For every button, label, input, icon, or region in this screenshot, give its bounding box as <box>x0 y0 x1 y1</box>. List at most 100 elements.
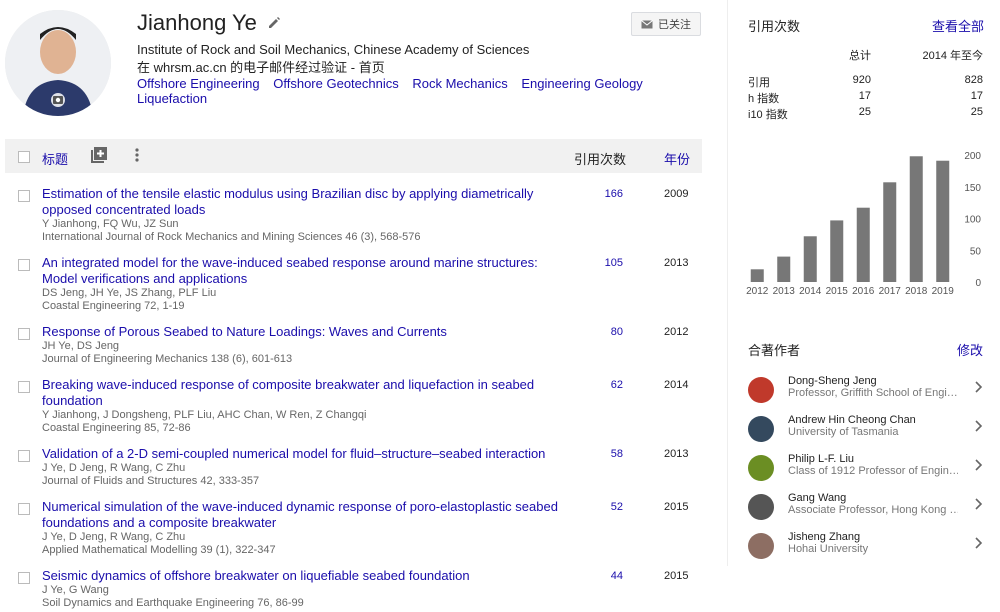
view-all-link[interactable]: 查看全部 <box>932 16 984 35</box>
sidebar: 引用次数 查看全部 总计 2014 年至今 引用 920 828 h 指数 17… <box>727 0 1000 566</box>
table-header: 标题 引用次数 年份 <box>5 139 702 173</box>
cited-by-count[interactable]: 105 <box>585 257 623 269</box>
separator: - <box>347 60 359 75</box>
stat-label: 引用 <box>748 77 770 89</box>
cited-by-count[interactable]: 52 <box>585 501 623 513</box>
cited-by-count[interactable]: 80 <box>585 326 623 338</box>
chevron-right-icon <box>975 420 983 432</box>
chart-bar[interactable] <box>750 269 764 282</box>
interest-link[interactable]: Engineering Geology <box>521 76 642 91</box>
chart-bar[interactable] <box>936 160 950 282</box>
x-tick-label: 2014 <box>799 286 822 297</box>
coauthor-affiliation: Associate Professor, Hong Kong … <box>788 504 958 516</box>
row-checkbox[interactable] <box>18 381 30 393</box>
citations-chart: 0 50 100 150 200 2012 2013 2014 2015 2016 2017 2018… <box>746 151 982 297</box>
chart-bar[interactable] <box>909 156 923 282</box>
coauthor-item[interactable]: Gang Wang Associate Professor, Hong Kong… <box>748 490 993 524</box>
article-venue: International Journal of Rock Mechanics … <box>42 231 421 243</box>
cited-by-count[interactable]: 58 <box>585 448 623 460</box>
article-title[interactable]: An integrated model for the wave-induced… <box>42 255 542 287</box>
coauthor-name: Philip L-F. Liu <box>788 453 855 465</box>
coauthor-affiliation: Hohai University <box>788 543 869 555</box>
chart-bar[interactable] <box>777 256 791 282</box>
coauthor-name: Andrew Hin Cheong Chan <box>788 414 916 426</box>
edit-coauthors-link[interactable]: 修改 <box>957 340 983 359</box>
chart-bar[interactable] <box>883 182 897 282</box>
table-row: Breaking wave-induced response of compos… <box>5 377 702 435</box>
cited-by-count[interactable]: 62 <box>585 379 623 391</box>
cited-by-count[interactable]: 44 <box>585 570 623 582</box>
cited-by-count[interactable]: 166 <box>585 188 623 200</box>
verified-email: 在 whrsm.ac.cn 的电子邮件经过验证 <box>137 60 348 75</box>
row-checkbox[interactable] <box>18 259 30 271</box>
research-interests: Offshore Engineering Offshore Geotechnic… <box>137 76 657 106</box>
follow-button[interactable]: 已关注 <box>631 12 701 36</box>
follow-label: 已关注 <box>658 19 691 31</box>
article-title[interactable]: Numerical simulation of the wave-induced… <box>42 499 572 531</box>
chevron-right-icon <box>975 537 983 549</box>
stat-total: 25 <box>858 106 871 118</box>
coauthor-item[interactable]: Dong-Sheng Jeng Professor, Griffith Scho… <box>748 373 993 407</box>
coauthors-heading: 合著作者 <box>748 343 801 358</box>
article-authors: DS Jeng, JH Ye, JS Zhang, PLF Liu <box>42 287 217 299</box>
article-authors: J Ye, G Wang <box>42 584 109 596</box>
coauthor-affiliation: Professor, Griffith School of Engi… <box>788 387 958 399</box>
col-since: 2014 年至今 <box>922 50 983 62</box>
pencil-icon[interactable] <box>267 16 281 30</box>
coauthor-item[interactable]: Philip L-F. Liu Class of 1912 Professor … <box>748 451 993 485</box>
article-title[interactable]: Breaking wave-induced response of compos… <box>42 377 542 409</box>
y-tick-label: 50 <box>970 246 982 257</box>
article-title[interactable]: Validation of a 2-D semi-coupled numeric… <box>42 446 582 462</box>
coauthor-name: Jisheng Zhang <box>788 531 861 543</box>
table-row: Numerical simulation of the wave-induced… <box>5 499 702 557</box>
row-checkbox[interactable] <box>18 450 30 462</box>
chevron-right-icon <box>975 459 983 471</box>
row-checkbox[interactable] <box>18 328 30 340</box>
stat-total: 920 <box>852 74 871 86</box>
table-row: Seismic dynamics of offshore breakwater … <box>5 568 702 610</box>
sort-by-year[interactable]: 年份 <box>664 149 690 168</box>
homepage-link[interactable]: 首页 <box>359 60 385 75</box>
row-checkbox[interactable] <box>18 503 30 515</box>
more-vert-icon[interactable] <box>135 148 139 167</box>
x-tick-label: 2019 <box>932 286 955 297</box>
chart-bar[interactable] <box>803 236 817 282</box>
row-checkbox[interactable] <box>18 572 30 584</box>
avatar <box>748 533 774 559</box>
chevron-right-icon <box>975 498 983 510</box>
article-authors: J Ye, D Jeng, R Wang, C Zhu <box>42 462 186 474</box>
profile-photo[interactable] <box>5 10 111 116</box>
select-all-checkbox[interactable] <box>18 151 30 163</box>
coauthor-item[interactable]: Jisheng Zhang Hohai University <box>748 529 993 563</box>
article-title[interactable]: Estimation of the tensile elastic modulu… <box>42 186 542 218</box>
chart-bar[interactable] <box>830 220 844 282</box>
article-authors: JH Ye, DS Jeng <box>42 340 120 352</box>
avatar <box>748 377 774 403</box>
coauthor-name: Gang Wang <box>788 492 847 504</box>
chart-bar[interactable] <box>856 207 870 282</box>
x-tick-label: 2017 <box>879 286 902 297</box>
avatar <box>748 416 774 442</box>
chevron-right-icon <box>975 381 983 393</box>
interest-link[interactable]: Offshore Geotechnics <box>273 76 399 91</box>
table-row: An integrated model for the wave-induced… <box>5 255 702 313</box>
interest-link[interactable]: Rock Mechanics <box>412 76 507 91</box>
y-tick-label: 150 <box>964 183 981 194</box>
stat-total: 17 <box>858 90 871 102</box>
citations-heading: 引用次数 <box>748 19 801 34</box>
coauthor-item[interactable]: Andrew Hin Cheong Chan University of Tas… <box>748 412 993 446</box>
article-venue: Journal of Engineering Mechanics 138 (6)… <box>42 353 293 365</box>
x-tick-label: 2015 <box>826 286 849 297</box>
sort-by-cited[interactable]: 引用次数 <box>574 149 626 168</box>
y-tick-label: 100 <box>964 215 981 226</box>
add-to-library-icon[interactable] <box>91 147 107 168</box>
interest-link[interactable]: Liquefaction <box>137 91 207 106</box>
row-checkbox[interactable] <box>18 190 30 202</box>
article-year: 2013 <box>664 448 689 460</box>
article-year: 2014 <box>664 379 689 391</box>
sort-by-title[interactable]: 标题 <box>42 149 68 168</box>
article-title[interactable]: Response of Porous Seabed to Nature Load… <box>42 324 542 340</box>
y-tick-label: 200 <box>964 151 981 162</box>
interest-link[interactable]: Offshore Engineering <box>137 76 260 91</box>
article-title[interactable]: Seismic dynamics of offshore breakwater … <box>42 568 542 584</box>
